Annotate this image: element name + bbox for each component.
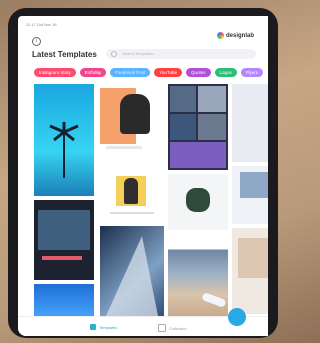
search-input[interactable]: Search templates... (106, 49, 256, 59)
template-card-partial-right[interactable] (232, 84, 268, 162)
nav-templates[interactable]: Templates (90, 324, 117, 330)
template-card-man-yellow[interactable] (100, 170, 164, 222)
templates-icon (90, 324, 96, 330)
template-card-collage[interactable] (168, 84, 228, 170)
tag-youtube[interactable]: YouTube (154, 68, 182, 77)
template-card-blue-bottom[interactable] (34, 284, 94, 320)
tag-birthday[interactable]: Birthday (79, 68, 107, 77)
page-title: Latest Templates (32, 50, 97, 59)
tag-flyers[interactable]: Flyers (240, 68, 264, 77)
template-card-partial-right-3[interactable] (232, 228, 268, 314)
app-screen: 11:17 Sat Nov 16 i designlab Latest Temp… (18, 16, 268, 336)
building-image (106, 236, 158, 316)
tag-filter-bar: Instagram Story Birthday Facebook Post Y… (34, 68, 264, 77)
bookmark-icon (158, 324, 166, 332)
template-card-palm[interactable] (34, 84, 94, 196)
nav-collection[interactable]: Collection (158, 324, 187, 332)
search-placeholder: Search templates... (122, 51, 157, 56)
brand-name: designlab (225, 32, 254, 39)
info-icon[interactable]: i (32, 37, 41, 46)
template-card-portrait-orange[interactable] (100, 84, 164, 162)
template-card-music[interactable] (34, 200, 94, 280)
template-grid (34, 84, 268, 320)
tag-facebook-post[interactable]: Facebook Post (110, 68, 151, 77)
nav-templates-label: Templates (99, 324, 118, 330)
nav-collection-label: Collection (169, 325, 187, 331)
template-card-partial-right-2[interactable] (232, 166, 268, 224)
template-card-building[interactable] (100, 226, 164, 320)
palm-tree-image (49, 122, 79, 178)
floating-action-button[interactable] (228, 308, 246, 326)
template-card-beach[interactable] (168, 234, 228, 320)
tag-instagram-story[interactable]: Instagram Story (34, 68, 76, 77)
template-card-plant[interactable] (168, 174, 228, 230)
designlab-logo-icon (216, 32, 224, 39)
tag-logos[interactable]: Logos (214, 68, 237, 77)
tag-quotes[interactable]: Quotes (186, 68, 211, 77)
brand-logo: designlab (216, 32, 254, 39)
search-icon (111, 51, 117, 57)
status-bar: 11:17 Sat Nov 16 (26, 22, 57, 27)
